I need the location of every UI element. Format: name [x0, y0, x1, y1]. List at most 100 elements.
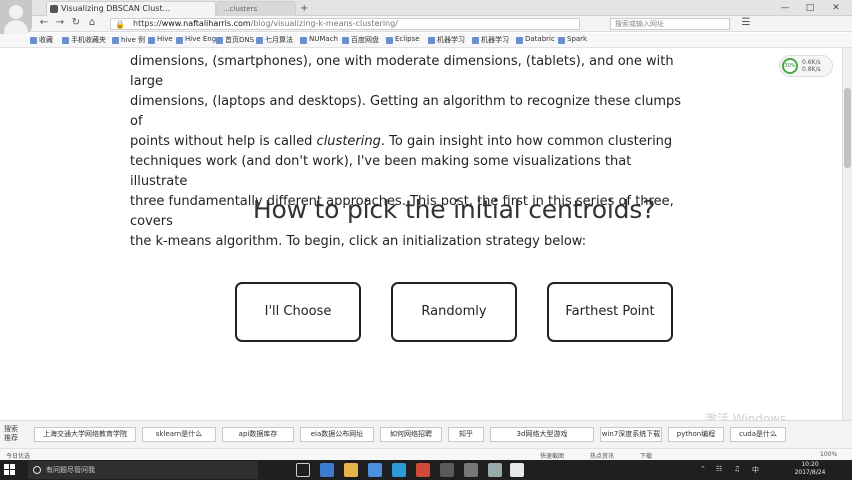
speed-up: 0.6K/s [802, 59, 821, 66]
bookmark-label: Hive Eng [185, 35, 217, 43]
tray-arrow-icon[interactable]: ⌃ [700, 465, 706, 473]
windows-start-icon[interactable] [4, 464, 16, 476]
lock-icon: 🔒 [115, 20, 125, 29]
home-icon[interactable]: ⌂ [86, 17, 98, 28]
new-tab-icon[interactable]: + [300, 3, 308, 14]
ill-choose-button[interactable]: I'll Choose [235, 282, 361, 342]
browser-tab[interactable]: ...clusters [216, 1, 296, 16]
speed-down: 0.8K/s [802, 66, 821, 73]
bookmarks-bar: 收藏 手机收藏夹 hive 例 Hive Hive Eng 首页DNS 七月算法 NUMach… [0, 33, 852, 48]
hot-search-item[interactable]: api数据库存 [222, 427, 294, 442]
hot-search-item[interactable]: cuda是什么 [730, 427, 786, 442]
page-heading: How to pick the initial centroids? [252, 195, 656, 224]
status-item[interactable]: 下载 [640, 451, 652, 460]
bookmark-item[interactable]: Hive [148, 35, 173, 44]
minimize-icon[interactable]: — [775, 0, 795, 16]
bookmark-icon [176, 37, 183, 44]
status-bar: 今日优选 快速截图 热点资讯 下载 100% [0, 448, 852, 460]
bookmark-icon [342, 37, 349, 44]
app-icon[interactable] [416, 463, 430, 477]
taskbar-search-input[interactable]: 有问题尽管问我 [28, 461, 258, 479]
browser-search-input[interactable]: 搜索或输入网址 [610, 18, 730, 30]
bookmark-label: Spark [567, 35, 588, 43]
bookmark-item[interactable]: Spark [558, 35, 588, 44]
bookmark-icon [148, 37, 155, 44]
app-icon[interactable] [488, 463, 502, 477]
browser-taskbar-icon[interactable] [392, 463, 406, 477]
bookmark-item[interactable]: Hive Eng [176, 35, 217, 44]
page-scrollbar[interactable] [842, 48, 852, 420]
hot-search-item[interactable]: 知乎 [448, 427, 484, 442]
avatar-head [9, 5, 23, 19]
bookmark-item[interactable]: 手机收藏夹 [62, 35, 106, 45]
article-line: techniques work (and don't work), I've b… [130, 154, 632, 189]
browser-tab-active[interactable]: Visualizing DBSCAN Clust... [46, 1, 216, 16]
back-icon[interactable]: ← [38, 17, 50, 28]
bookmark-label: 机器学习 [437, 36, 465, 44]
zoom-level[interactable]: 100% [820, 451, 837, 458]
bookmark-item[interactable]: 首页DNS [216, 35, 254, 45]
hot-search-item[interactable]: 上海交通大学网络教育学院 [34, 427, 136, 442]
forward-icon[interactable]: → [54, 17, 66, 28]
avatar-body [4, 20, 28, 34]
bookmark-item[interactable]: 机器学习 [428, 35, 465, 45]
speed-text: 0.6K/s 0.8K/s [802, 59, 821, 73]
bookmark-item[interactable]: 收藏 [30, 35, 53, 45]
hot-search-item[interactable]: sklearn是什么 [142, 427, 216, 442]
volume-icon[interactable]: ♫ [734, 465, 740, 473]
url-input[interactable]: 🔒 https://www.naftaliharris.com/blog/vis… [110, 18, 580, 30]
bookmark-item[interactable]: 百度网盘 [342, 35, 379, 45]
hot-search-item[interactable]: eia数据公布网址 [300, 427, 374, 442]
bookmark-item[interactable]: 机器学习 [472, 35, 509, 45]
maximize-icon[interactable]: □ [800, 0, 820, 16]
article-text: . To gain insight into how common cluste… [380, 134, 673, 149]
bookmark-item[interactable]: Databric [516, 35, 555, 44]
system-clock[interactable]: 10:20 2017/8/24 [790, 461, 830, 477]
bookmark-label: hive 例 [121, 36, 146, 44]
refresh-icon[interactable]: ↻ [70, 17, 82, 28]
app-icon[interactable] [440, 463, 454, 477]
network-speed-widget[interactable]: 30% 0.6K/s 0.8K/s [779, 55, 833, 77]
bookmark-icon [216, 37, 223, 44]
hot-search-label: 搜索推荐 [4, 425, 18, 442]
status-item[interactable]: 热点资讯 [590, 451, 614, 460]
randomly-button[interactable]: Randomly [391, 282, 517, 342]
bookmark-icon [62, 37, 69, 44]
menu-icon[interactable]: ☰ [740, 17, 752, 28]
input-method-icon[interactable]: 中 [752, 465, 759, 475]
task-view-icon[interactable] [296, 463, 310, 477]
bookmark-icon [428, 37, 435, 44]
farthest-point-button[interactable]: Farthest Point [547, 282, 673, 342]
hot-search-item[interactable]: 3d网络大型游戏 [490, 427, 594, 442]
bookmark-icon [30, 37, 37, 44]
bookmark-label: 百度网盘 [351, 36, 379, 44]
close-icon[interactable]: ✕ [826, 0, 846, 16]
article-text: points without help is called [130, 134, 317, 149]
bookmark-item[interactable]: NUMach [300, 35, 338, 44]
network-icon[interactable]: ☷ [716, 465, 722, 473]
app-icon[interactable] [510, 463, 524, 477]
edge-icon[interactable] [320, 463, 334, 477]
hot-search-item[interactable]: python编程 [668, 427, 724, 442]
bookmark-label: 手机收藏夹 [71, 36, 106, 44]
tab-bar: Visualizing DBSCAN Clust... ...clusters … [0, 0, 852, 16]
bookmark-icon [472, 37, 479, 44]
bookmark-label: Hive [157, 35, 173, 43]
file-explorer-icon[interactable] [344, 463, 358, 477]
bookmark-item[interactable]: 七月算法 [256, 35, 293, 45]
store-icon[interactable] [368, 463, 382, 477]
scrollbar-thumb[interactable] [844, 88, 851, 168]
status-left[interactable]: 今日优选 [6, 451, 30, 460]
hot-search-item[interactable]: 如何网络招聘 [380, 427, 442, 442]
bookmark-item[interactable]: hive 例 [112, 35, 145, 45]
article-emphasis: clustering [316, 134, 381, 149]
status-item[interactable]: 快速截图 [540, 451, 564, 460]
bookmark-icon [516, 37, 523, 44]
hot-search-item[interactable]: win7深度系统下载 [600, 427, 662, 442]
clock-date: 2017/8/24 [794, 469, 826, 476]
app-icon[interactable] [464, 463, 478, 477]
bookmark-item[interactable]: Eclipse [386, 35, 420, 44]
url-prefix: https:// [133, 19, 162, 28]
clock-time: 10:20 [801, 461, 819, 468]
url-path: /blog/visualizing-k-means-clustering/ [250, 19, 398, 28]
